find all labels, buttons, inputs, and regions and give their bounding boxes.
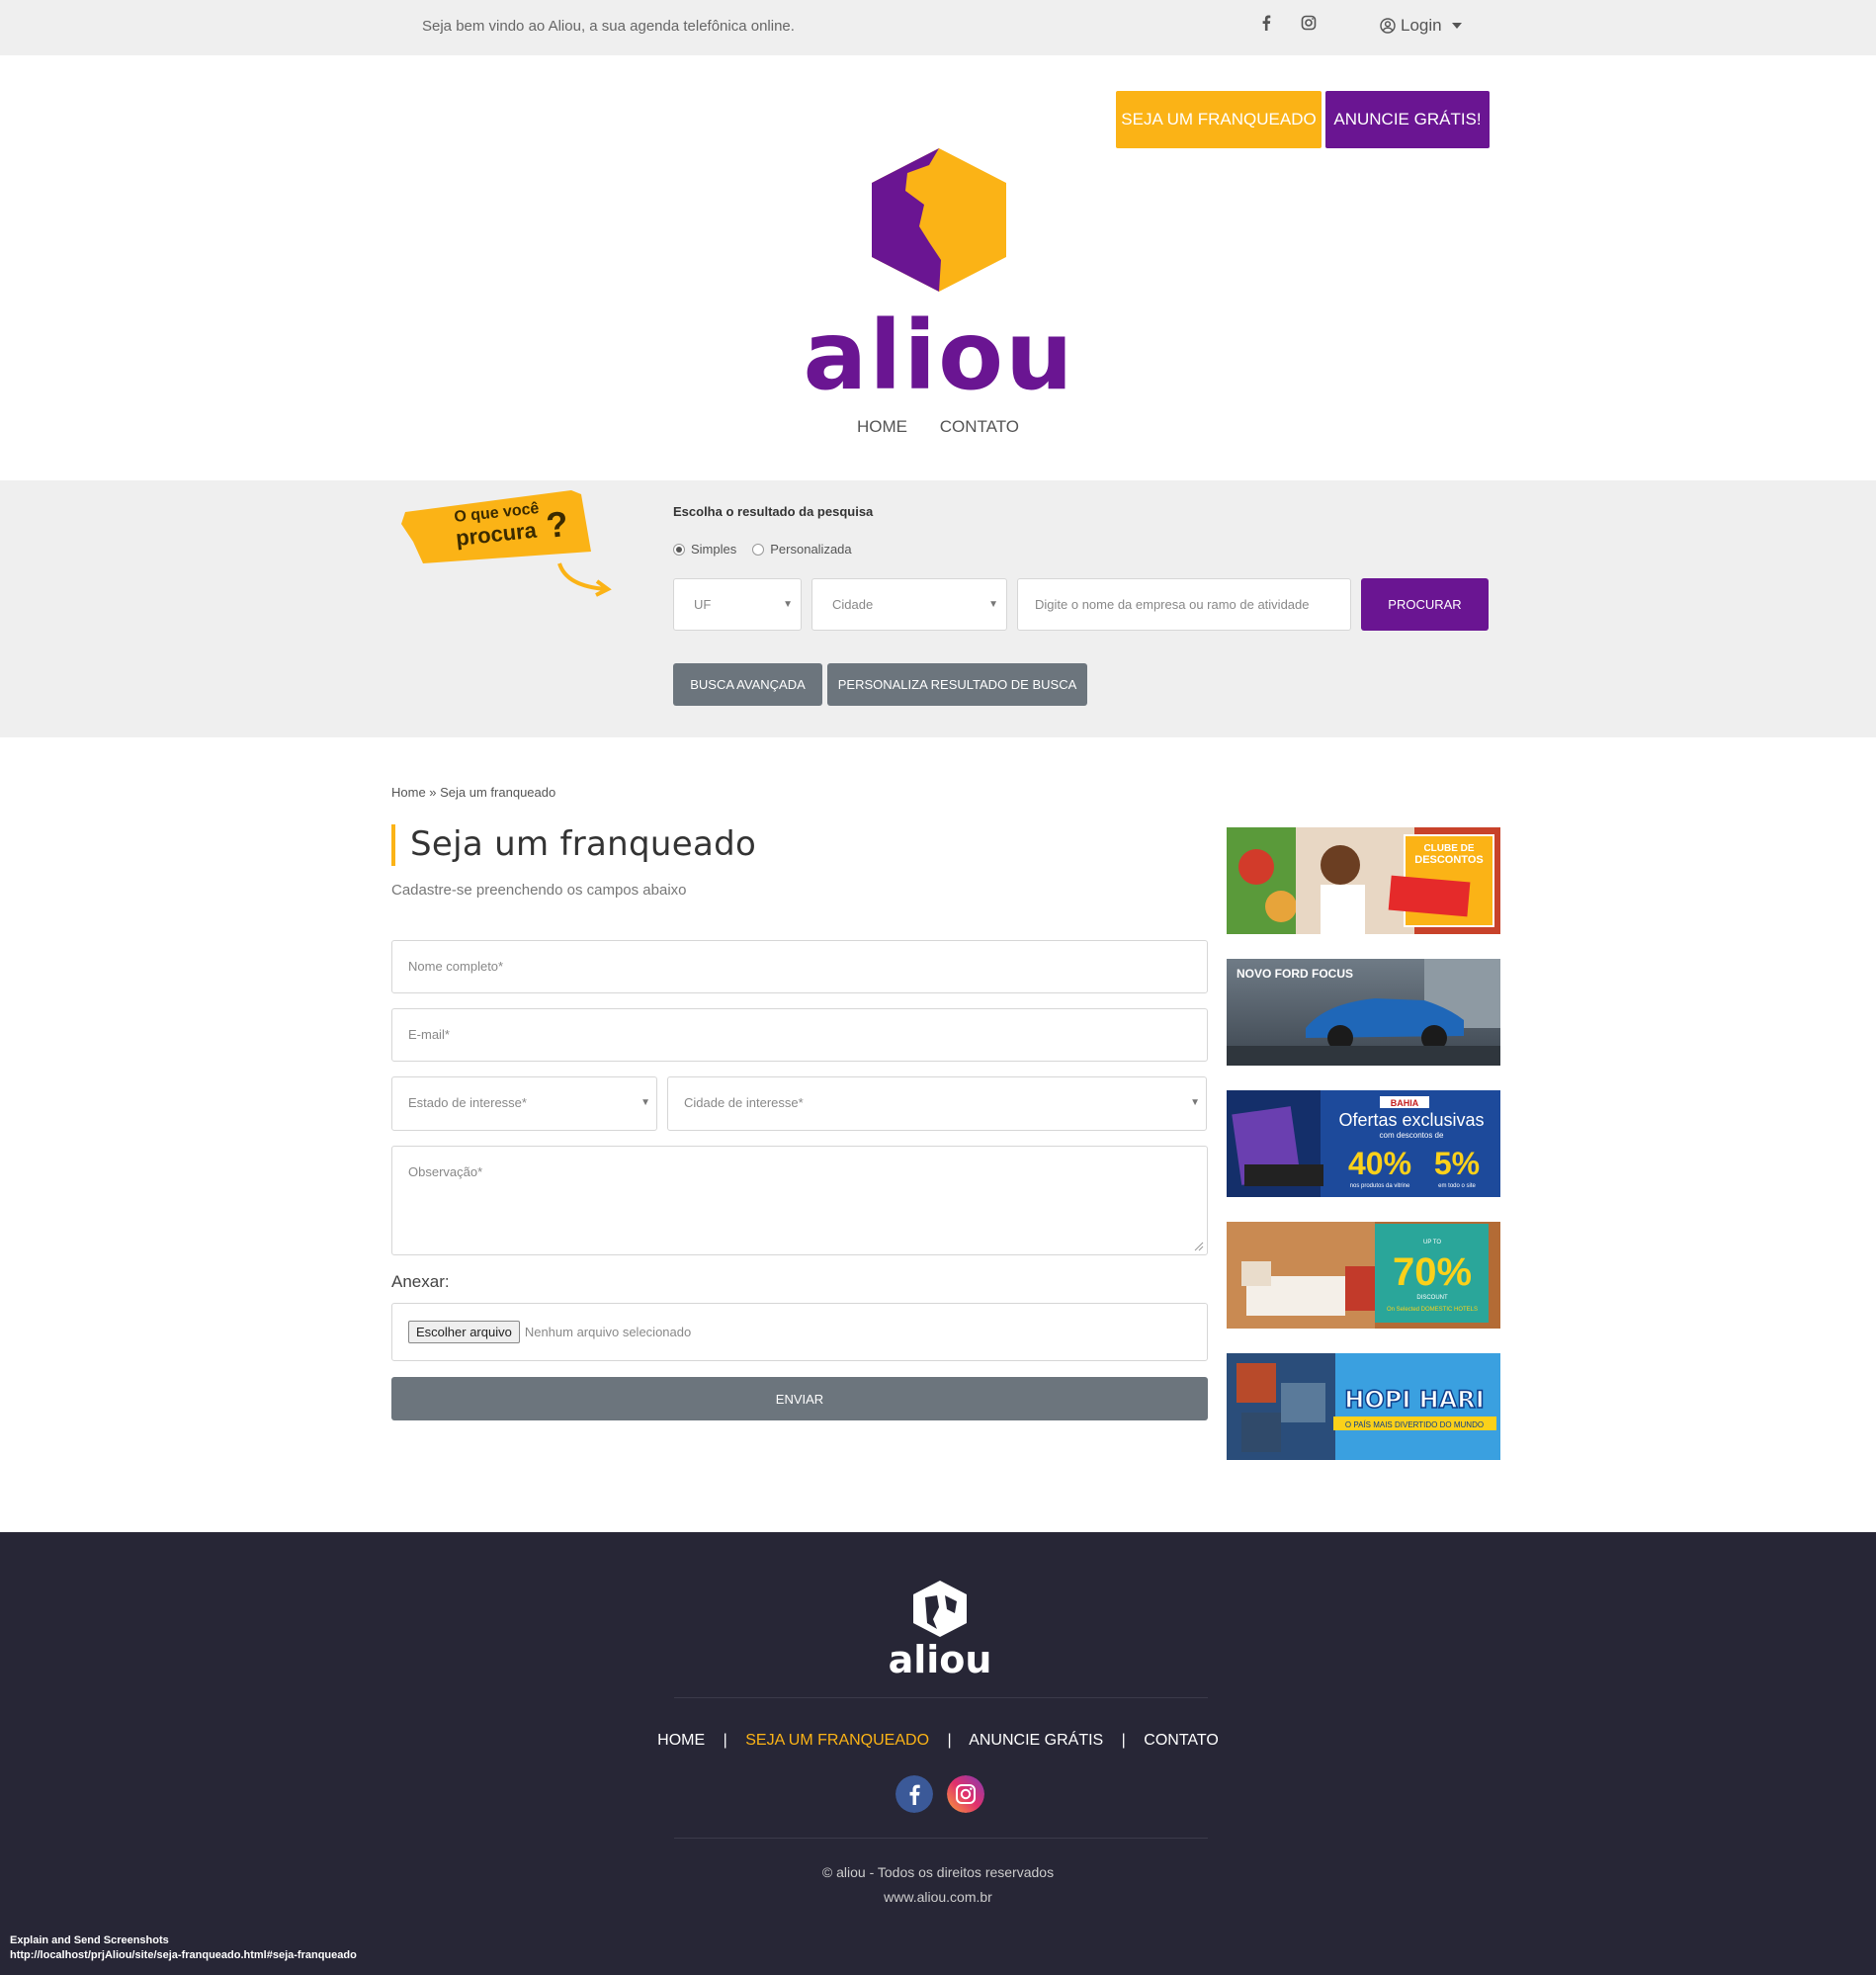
globe-icon bbox=[872, 148, 1006, 292]
ad2-text: NOVO FORD FOCUS bbox=[1236, 967, 1353, 981]
personaliza-resultado-button[interactable]: PERSONALIZA RESULTADO DE BUSCA bbox=[827, 663, 1087, 706]
cidade-select-value: Cidade bbox=[832, 597, 874, 612]
page-title: Seja um franqueado bbox=[410, 824, 757, 864]
ad1-text2: DESCONTOS bbox=[1414, 854, 1483, 866]
ad3-title: Ofertas exclusivas bbox=[1338, 1110, 1484, 1130]
procurar-button[interactable]: PROCURAR bbox=[1361, 578, 1489, 631]
footer-divider bbox=[674, 1838, 1208, 1839]
facebook-icon[interactable] bbox=[1255, 15, 1277, 37]
ad3-pct1: 40% bbox=[1348, 1146, 1411, 1181]
main-nav: HOME CONTATO bbox=[0, 417, 1876, 437]
nome-completo-field[interactable]: Nome completo* bbox=[391, 940, 1208, 993]
page-subtitle: Cadastre-se preenchendo os campos abaixo bbox=[391, 882, 687, 899]
login-label: Login bbox=[1401, 16, 1442, 35]
footer-nav-home[interactable]: HOME bbox=[657, 1732, 705, 1749]
login-dropdown[interactable]: Login bbox=[1380, 16, 1462, 36]
footer-nav-franqueado[interactable]: SEJA UM FRANQUEADO bbox=[745, 1732, 929, 1749]
nav-home[interactable]: HOME bbox=[857, 417, 907, 436]
search-input[interactable]: Digite o nome da empresa ou ramo de ativ… bbox=[1017, 578, 1351, 631]
extension-url: http://localhost/prjAliou/site/seja-fran… bbox=[10, 1949, 357, 1961]
search-type-radios: Simples Personalizada bbox=[673, 542, 852, 557]
estado-interesse-value: Estado de interesse* bbox=[408, 1095, 527, 1110]
radio-personalizada[interactable] bbox=[752, 543, 765, 556]
ad3-pct2: 5% bbox=[1434, 1146, 1480, 1181]
radio-simples[interactable] bbox=[673, 543, 685, 556]
cidade-select[interactable]: Cidade ▼ bbox=[811, 578, 1007, 631]
file-input[interactable]: Escolher arquivo Nenhum arquivo selecion… bbox=[391, 1303, 1208, 1361]
ad3-brand: BAHIA bbox=[1391, 1098, 1419, 1108]
chevron-down-icon: ▼ bbox=[640, 1097, 650, 1108]
ad-hotels-discount[interactable]: UP TO 70% DISCOUNT On Selected DOMESTIC … bbox=[1227, 1222, 1500, 1329]
instagram-icon[interactable] bbox=[1298, 15, 1320, 37]
ad5-sub: O PAÍS MAIS DIVERTIDO DO MUNDO bbox=[1345, 1420, 1484, 1429]
footer-nav-separator: | bbox=[947, 1732, 952, 1749]
chevron-down-icon: ▼ bbox=[1190, 1097, 1200, 1108]
anuncie-gratis-button[interactable]: ANUNCIE GRÁTIS! bbox=[1325, 91, 1490, 148]
footer-nav-contato[interactable]: CONTATO bbox=[1144, 1732, 1219, 1749]
seja-franqueado-button[interactable]: SEJA UM FRANQUEADO bbox=[1116, 91, 1322, 148]
chevron-down-icon: ▼ bbox=[783, 599, 793, 610]
chevron-down-icon: ▼ bbox=[988, 599, 998, 610]
footer-nav: HOME | SEJA UM FRANQUEADO | ANUNCIE GRÁT… bbox=[0, 1732, 1876, 1750]
footer-divider bbox=[674, 1697, 1208, 1698]
footer-logo-wordmark: aliou bbox=[889, 1638, 992, 1676]
enviar-button[interactable]: ENVIAR bbox=[391, 1377, 1208, 1420]
radio-personalizada-label: Personalizada bbox=[770, 542, 852, 557]
cidade-interesse-select[interactable]: Cidade de interesse* ▼ bbox=[667, 1076, 1207, 1131]
footer-nav-anuncie[interactable]: ANUNCIE GRÁTIS bbox=[969, 1732, 1103, 1749]
extension-title: Explain and Send Screenshots bbox=[10, 1934, 169, 1946]
ad4-discount: DISCOUNT bbox=[1416, 1295, 1448, 1301]
uf-select[interactable]: UF ▼ bbox=[673, 578, 802, 631]
file-status: Nenhum arquivo selecionado bbox=[524, 1325, 692, 1339]
estado-interesse-select[interactable]: Estado de interesse* ▼ bbox=[391, 1076, 657, 1131]
ad4-upto: UP TO bbox=[1423, 1240, 1441, 1245]
ad-ofertas-exclusivas[interactable]: BAHIA Ofertas exclusivas com descontos d… bbox=[1227, 1090, 1500, 1197]
nav-contato[interactable]: CONTATO bbox=[940, 417, 1019, 436]
user-circle-icon bbox=[1380, 18, 1396, 34]
breadcrumb[interactable]: Home » Seja um franqueado bbox=[391, 785, 555, 800]
busca-avancada-button[interactable]: BUSCA AVANÇADA bbox=[673, 663, 822, 706]
footer-facebook-icon[interactable] bbox=[895, 1775, 933, 1813]
email-field[interactable]: E-mail* bbox=[391, 1008, 1208, 1062]
observacao-textarea[interactable]: Observação* bbox=[391, 1146, 1208, 1255]
footer-site-url[interactable]: www.aliou.com.br bbox=[0, 1889, 1876, 1905]
ad4-pct: 70% bbox=[1393, 1250, 1472, 1294]
footer-instagram-icon[interactable] bbox=[947, 1775, 984, 1813]
resize-handle-icon[interactable] bbox=[1194, 1242, 1204, 1251]
ad-novo-ford-focus[interactable]: NOVO FORD FOCUS bbox=[1227, 959, 1500, 1066]
o-que-voce-procura-sticker: O que você procura ? bbox=[401, 490, 612, 597]
ad3-sub: com descontos de bbox=[1380, 1131, 1444, 1140]
ad-clube-descontos[interactable]: CLUBE DE DESCONTOS bbox=[1227, 827, 1500, 934]
radio-simples-label: Simples bbox=[691, 542, 737, 557]
aliou-logo[interactable]: aliou bbox=[781, 143, 1097, 395]
title-accent-bar bbox=[391, 824, 395, 866]
footer-copyright: © aliou - Todos os direitos reservados bbox=[821, 1864, 1055, 1880]
footer-nav-separator: | bbox=[1121, 1732, 1126, 1749]
ad3-sub2: em todo o site bbox=[1438, 1183, 1476, 1189]
choose-file-button[interactable]: Escolher arquivo bbox=[408, 1321, 520, 1343]
anexar-label: Anexar: bbox=[391, 1272, 450, 1291]
top-bar: Seja bem vindo ao Aliou, a sua agenda te… bbox=[0, 0, 1876, 55]
uf-select-value: UF bbox=[694, 597, 712, 612]
ad4-sub: On Selected DOMESTIC HOTELS bbox=[1387, 1307, 1478, 1313]
globe-icon bbox=[913, 1581, 967, 1637]
search-title: Escolha o resultado da pesquisa bbox=[673, 504, 874, 519]
ad-hopi-hari[interactable]: HOPI HARI O PAÍS MAIS DIVERTIDO DO MUNDO bbox=[1227, 1353, 1500, 1460]
observacao-placeholder: Observação* bbox=[408, 1164, 483, 1179]
footer-nav-separator: | bbox=[723, 1732, 727, 1749]
ad5-title: HOPI HARI bbox=[1344, 1386, 1484, 1414]
welcome-message: Seja bem vindo ao Aliou, a sua agenda te… bbox=[422, 18, 795, 35]
ad3-sub1: nos produtos da vitrine bbox=[1350, 1183, 1410, 1189]
chevron-down-icon bbox=[1451, 23, 1462, 29]
cidade-interesse-value: Cidade de interesse* bbox=[684, 1095, 804, 1110]
logo-wordmark: aliou bbox=[804, 301, 1075, 395]
question-mark-icon: ? bbox=[545, 503, 570, 546]
footer-aliou-logo[interactable]: aliou bbox=[876, 1578, 1004, 1676]
ad1-text1: CLUBE DE bbox=[1423, 843, 1474, 854]
